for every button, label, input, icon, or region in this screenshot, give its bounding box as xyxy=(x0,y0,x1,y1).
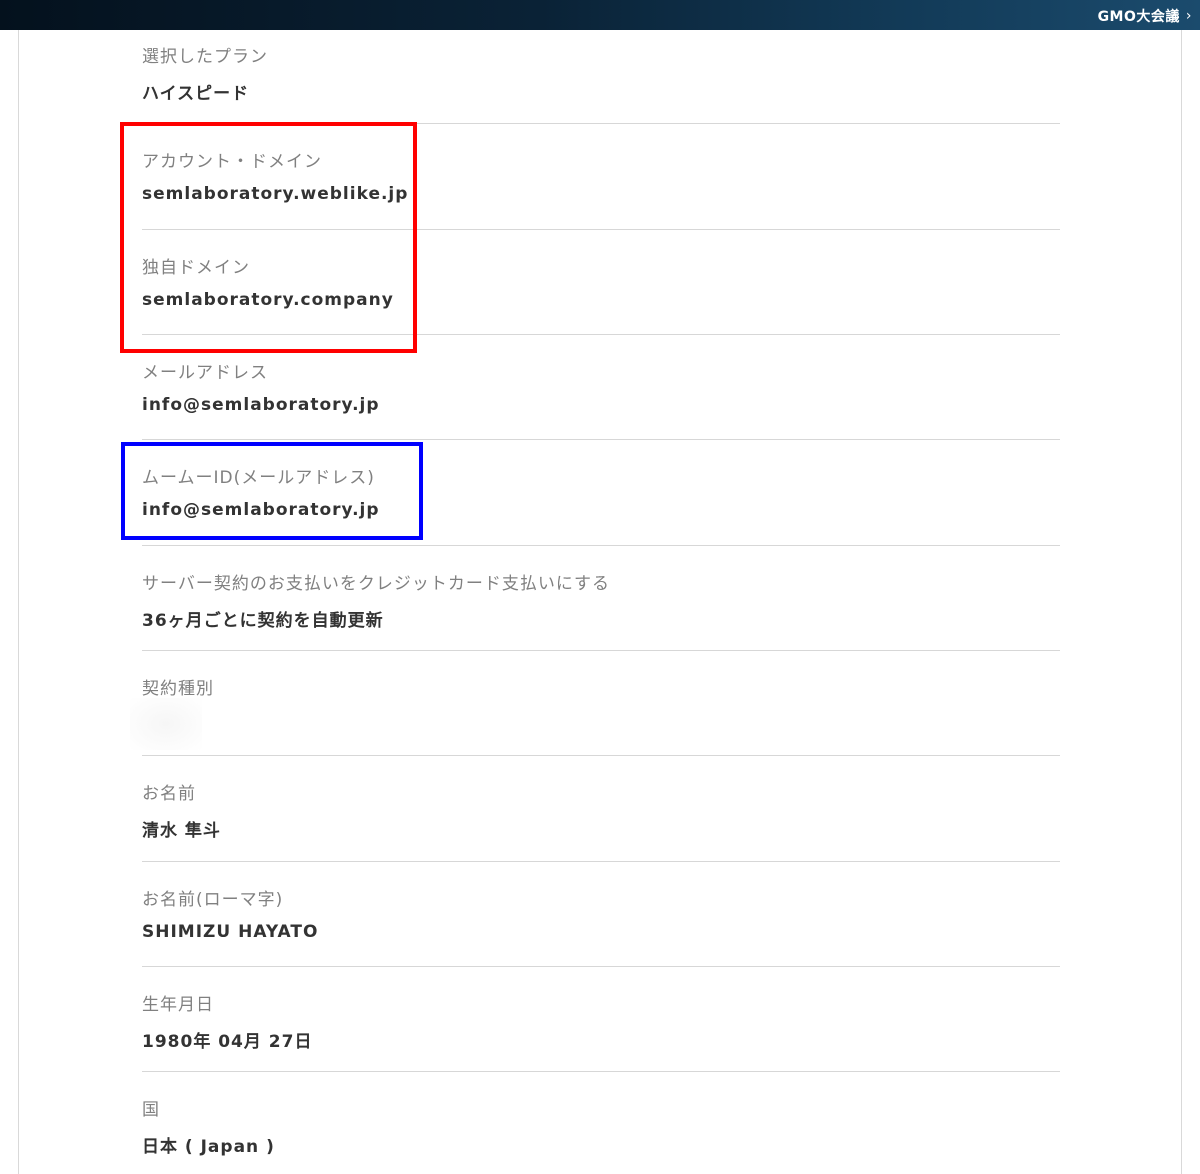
divider xyxy=(142,966,1060,967)
field-value: 日本 ( Japan ) xyxy=(142,1137,275,1157)
top-header-bar: GMO大会議 › xyxy=(0,0,1200,30)
blurred-value xyxy=(130,698,202,750)
field-value: 1980年 04月 27日 xyxy=(142,1032,313,1052)
field-label: 国 xyxy=(142,1100,160,1120)
field-label: お名前 xyxy=(142,784,196,804)
field-label: メールアドレス xyxy=(142,363,268,383)
gmo-daikaigi-logo: GMO大会議 xyxy=(1097,9,1180,25)
divider xyxy=(142,755,1060,756)
field-label: 選択したプラン xyxy=(142,47,268,67)
field-value: 36ヶ月ごとに契約を自動更新 xyxy=(142,611,384,631)
blue-highlight-box xyxy=(121,442,423,540)
field-value: SHIMIZU HAYATO xyxy=(142,922,319,942)
divider xyxy=(142,650,1060,651)
field-value: 清水 隼斗 xyxy=(142,821,221,841)
divider xyxy=(142,861,1060,862)
field-label: 生年月日 xyxy=(142,995,214,1015)
field-label: お名前(ローマ字) xyxy=(142,890,284,910)
field-label: サーバー契約のお支払いをクレジットカード支払いにする xyxy=(142,574,610,594)
gmo-daikaigi-link[interactable]: GMO大会議 › xyxy=(1098,6,1192,26)
divider xyxy=(142,1071,1060,1072)
divider xyxy=(142,439,1060,440)
chevron-right-icon: › xyxy=(1185,8,1192,24)
field-label: 契約種別 xyxy=(142,679,214,699)
field-value: info@semlaboratory.jp xyxy=(142,395,380,415)
red-highlight-box xyxy=(120,122,417,353)
divider xyxy=(142,545,1060,546)
field-value: ハイスピード xyxy=(142,84,250,104)
